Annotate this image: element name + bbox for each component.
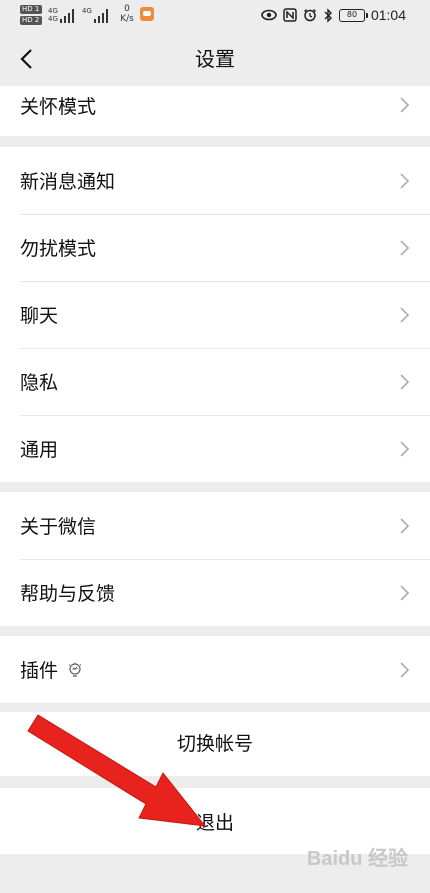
hd-icon: HD 1 HD 2 xyxy=(20,5,44,27)
chevron-right-icon xyxy=(400,440,410,457)
chevron-right-icon xyxy=(400,239,410,256)
settings-item-label: 关怀模式 xyxy=(20,95,97,118)
bluetooth-icon xyxy=(324,7,332,23)
nfc-icon xyxy=(283,8,297,22)
settings-group-main: 新消息通知 勿扰模式 聊天 隐私 通用 xyxy=(0,147,430,482)
settings-item-help-feedback[interactable]: 帮助与反馈 xyxy=(0,559,430,626)
signal-icon-2 xyxy=(94,7,108,23)
settings-item-plugins[interactable]: 插件 xyxy=(0,636,430,703)
chevron-right-icon xyxy=(400,517,410,534)
status-time: 01:04 xyxy=(370,7,406,23)
chevron-right-icon xyxy=(400,584,410,601)
eye-icon xyxy=(261,9,277,21)
settings-item-notifications[interactable]: 新消息通知 xyxy=(0,147,430,214)
network-type-2: 4G xyxy=(82,7,92,15)
network-speed: 0 K/s xyxy=(120,4,134,24)
settings-item-care-mode[interactable]: 关怀模式 xyxy=(0,86,430,124)
chevron-right-icon xyxy=(400,172,410,189)
chevron-right-icon xyxy=(400,306,410,323)
settings-item-label: 聊天 xyxy=(20,305,59,327)
settings-item-label: 通用 xyxy=(20,439,59,461)
settings-item-general[interactable]: 通用 xyxy=(0,415,430,482)
settings-item-label: 勿扰模式 xyxy=(20,238,97,260)
baidu-watermark-logo: Baidu 经验 xyxy=(306,848,408,870)
switch-account-button[interactable]: 切换帐号 xyxy=(0,712,430,776)
settings-item-label: 关于微信 xyxy=(20,516,97,538)
chevron-right-icon xyxy=(400,373,410,390)
chevron-right-icon xyxy=(400,97,410,113)
settings-item-about[interactable]: 关于微信 xyxy=(0,492,430,559)
chevron-right-icon xyxy=(400,661,410,678)
settings-group-plugins: 插件 xyxy=(0,636,430,703)
settings-item-label: 隐私 xyxy=(20,372,59,394)
chevron-left-icon xyxy=(20,49,32,69)
settings-item-chat[interactable]: 聊天 xyxy=(0,281,430,348)
message-app-icon xyxy=(140,7,154,21)
signal-icon xyxy=(60,7,74,23)
settings-group-care: 关怀模式 xyxy=(0,86,430,136)
settings-item-privacy[interactable]: 隐私 xyxy=(0,348,430,415)
status-right: 80 01:04 xyxy=(261,5,406,25)
settings-item-label: 帮助与反馈 xyxy=(20,583,116,605)
page-title: 设置 xyxy=(195,47,235,71)
nav-bar: 设置 xyxy=(0,32,430,86)
settings-item-label: 插件 xyxy=(20,660,59,682)
battery-icon: 80 xyxy=(338,8,368,22)
network-type: 4G 4G xyxy=(48,7,58,23)
lightbulb-icon xyxy=(68,662,82,677)
back-button[interactable] xyxy=(8,40,44,78)
settings-item-do-not-disturb[interactable]: 勿扰模式 xyxy=(0,214,430,281)
status-bar: HD 1 HD 2 4G 4G 4G 0 K/s 80 01:04 xyxy=(0,0,430,32)
alarm-icon xyxy=(303,9,316,22)
settings-group-about: 关于微信 帮助与反馈 xyxy=(0,492,430,626)
settings-item-label: 新消息通知 xyxy=(20,171,116,193)
